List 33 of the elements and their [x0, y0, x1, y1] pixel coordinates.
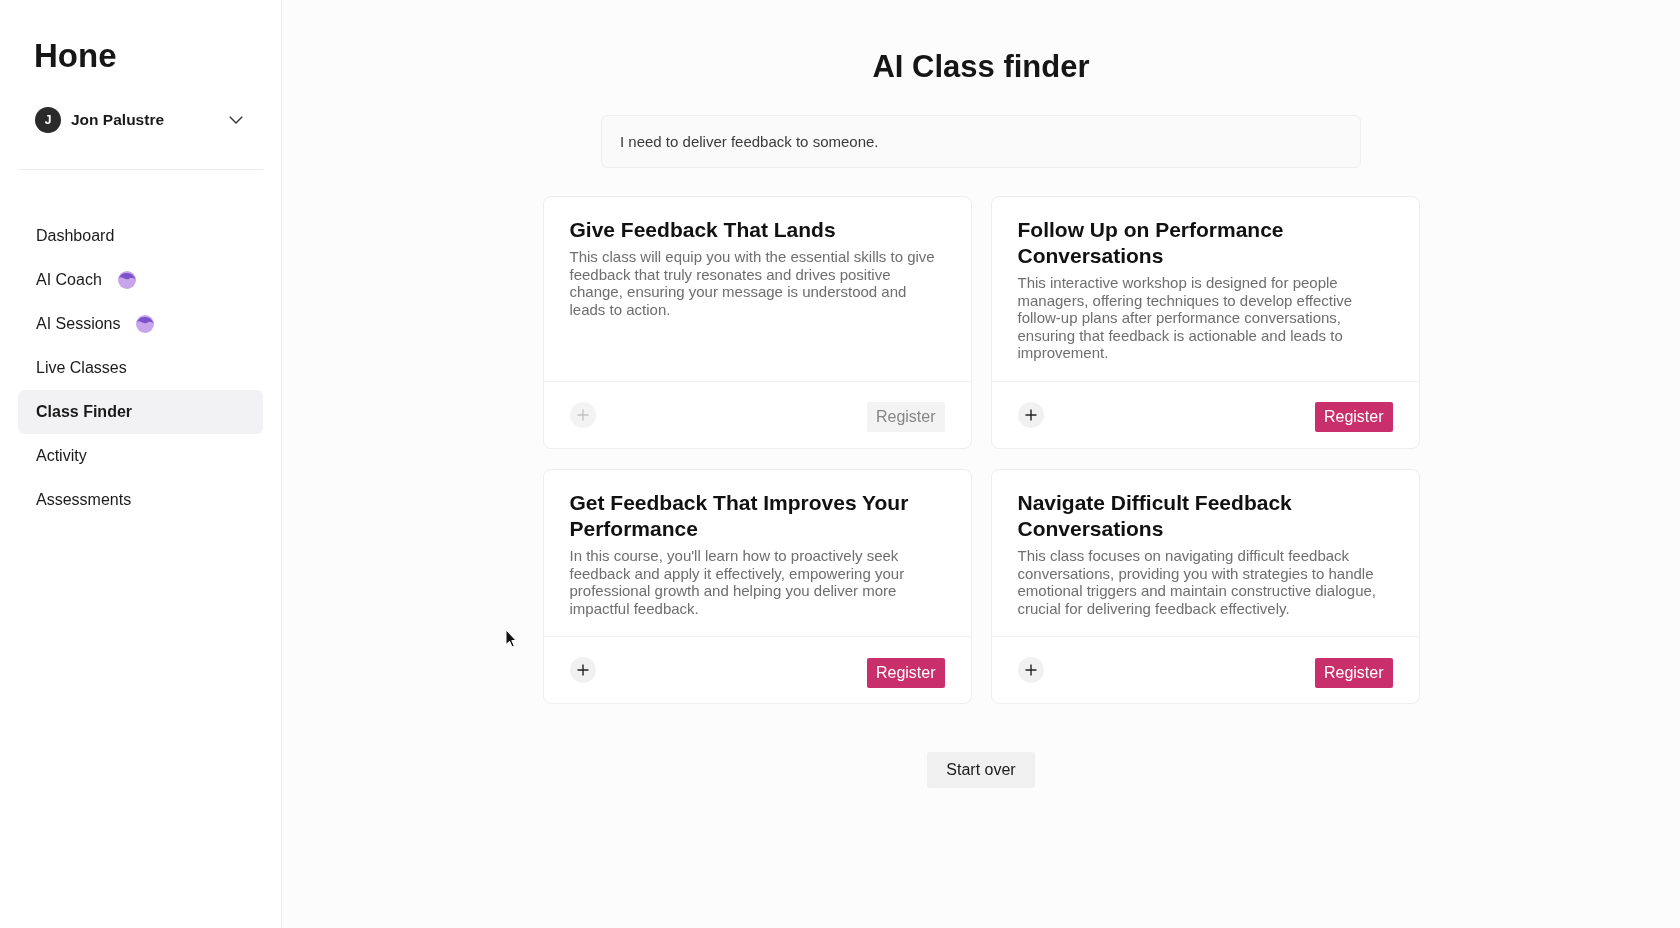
nav-item[interactable]: Assessments [18, 478, 263, 522]
app-logo: Hone [34, 36, 117, 76]
plus-icon [1024, 664, 1037, 677]
cursor-icon [505, 629, 517, 648]
plus-icon [1024, 408, 1037, 421]
nav-item[interactable]: Class Finder [18, 390, 263, 434]
class-description: This interactive workshop is designed for people managers, offering techniques to develop effective follow-up plans after performance conversations, ensuring that feedback is actionable and leads to improvement. [1017, 274, 1354, 362]
class-title: Get Feedback That Improves Your Performance [569, 489, 910, 542]
user-name: Jon Palustre [71, 111, 165, 129]
class-description: In this course, you'll learn how to proactively seek feedback and apply it effectively, empowering your professional growth and helping you deliver more impactful feedback. [569, 546, 906, 618]
nav-item[interactable]: Activity [18, 434, 263, 478]
query-field[interactable]: I need to deliver feedback to someone. [601, 115, 1361, 168]
user-avatar: J [35, 107, 61, 133]
nav-item[interactable]: AI Sessions [18, 302, 263, 346]
register-button[interactable]: Register [1314, 657, 1393, 688]
add-button[interactable] [1017, 401, 1044, 428]
class-title: Give Feedback That Lands [569, 217, 837, 243]
add-button[interactable] [569, 657, 596, 684]
start-over-button[interactable]: Start over [927, 752, 1035, 789]
nav-item[interactable]: Live Classes [18, 346, 263, 390]
plus-icon [576, 664, 589, 677]
class-title: Navigate Difficult Feedback Conversations [1017, 489, 1293, 542]
page-title: AI Class finder [872, 48, 1090, 85]
register-button[interactable]: Register [1314, 402, 1393, 433]
class-description: This class will equip you with the essential skills to give feedback that truly resonates and drives positive change, ensuring your message is understood and leads to action. [569, 248, 936, 319]
plus-icon [576, 408, 589, 421]
class-description: This class focuses on navigating difficult feedback conversations, providing you with strategies to handle emotional triggers and maintain constructive dialogue, crucial for delivering feedback effectively. [1017, 546, 1378, 618]
add-button[interactable] [1017, 657, 1044, 684]
class-title: Follow Up on Performance Conversations [1017, 217, 1285, 269]
nav-item[interactable]: AI Coach [18, 258, 263, 302]
nav-item[interactable]: Dashboard [18, 214, 263, 258]
chevron-down-icon[interactable] [229, 116, 243, 124]
register-button[interactable]: Register [866, 657, 945, 688]
